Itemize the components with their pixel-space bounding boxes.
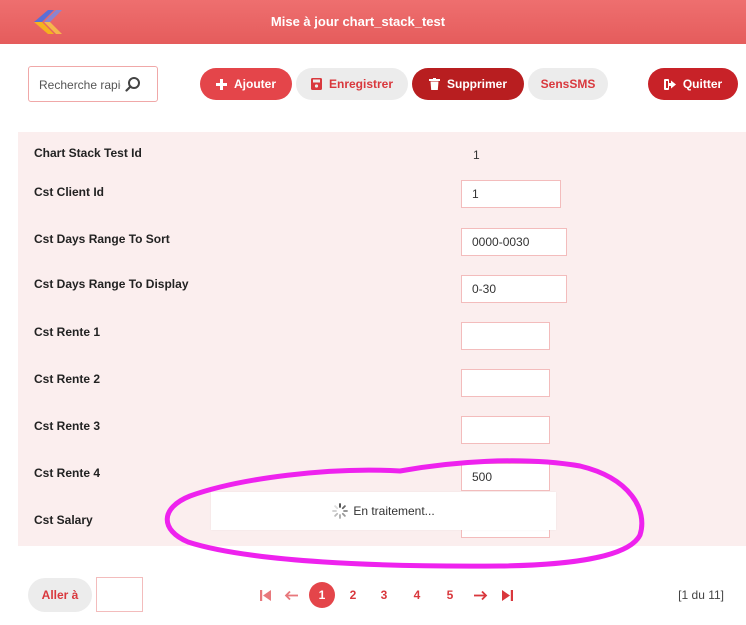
cst-rente-2-field[interactable] [461, 369, 550, 397]
delete-button[interactable]: Supprimer [412, 68, 524, 100]
field-label-cst-rente-4: Cst Rente 4 [34, 466, 101, 480]
last-page-icon[interactable] [500, 582, 514, 608]
next-page-icon[interactable] [472, 582, 490, 608]
page-3[interactable]: 3 [377, 582, 391, 608]
sign-out-icon [663, 78, 676, 90]
window-title: Mise à jour chart_stack_test [270, 14, 446, 29]
loading-text: En traitement... [353, 504, 435, 518]
field-label-cst-days-range-to-display: Cst Days Range To Display [34, 277, 189, 291]
title-bar: Mise à jour chart_stack_test [0, 0, 746, 44]
page-2[interactable]: 2 [346, 582, 360, 608]
toolbar: Ajouter Enregistrer Supprimer SensSMS Qu… [0, 44, 746, 132]
record-form: Chart Stack Test Id 1 Cst Client Id 1 Cs… [18, 132, 746, 546]
floppy-disk-icon [310, 78, 322, 90]
plus-icon [216, 78, 227, 90]
add-button-label: Ajouter [234, 77, 276, 91]
add-button[interactable]: Ajouter [200, 68, 292, 100]
cst-rente-1-field[interactable] [461, 322, 550, 350]
pagination-bar: Aller à 1 2 3 4 5 [1 du 11] [0, 560, 746, 625]
quit-button-label: Quitter [682, 77, 723, 91]
search-icon[interactable] [125, 76, 141, 92]
trash-icon [428, 78, 440, 90]
page-1[interactable]: 1 [309, 582, 335, 608]
quit-button[interactable]: Quitter [648, 68, 738, 100]
page-4[interactable]: 4 [410, 582, 424, 608]
delete-button-label: Supprimer [446, 77, 507, 91]
sms-button-label: SensSMS [540, 77, 596, 91]
field-label-chart-stack-test-id: Chart Stack Test Id [34, 146, 142, 160]
previous-page-icon[interactable] [282, 582, 300, 608]
goto-button[interactable]: Aller à [28, 578, 92, 612]
field-label-cst-salary: Cst Salary [34, 513, 93, 527]
field-label-cst-days-range-to-sort: Cst Days Range To Sort [34, 232, 170, 246]
field-label-cst-client-id: Cst Client Id [34, 185, 105, 199]
field-label-cst-rente-1: Cst Rente 1 [34, 325, 101, 339]
search-input[interactable] [39, 76, 121, 94]
sms-button[interactable]: SensSMS [528, 68, 608, 100]
save-button[interactable]: Enregistrer [296, 68, 408, 100]
page-counter: [1 du 11] [678, 588, 724, 602]
cst-client-id-field[interactable]: 1 [461, 180, 561, 208]
search-box[interactable] [28, 66, 158, 102]
cst-rente-3-field[interactable] [461, 416, 550, 444]
first-page-icon[interactable] [258, 582, 272, 608]
field-label-cst-rente-3: Cst Rente 3 [34, 419, 101, 433]
loading-indicator: En traitement... [211, 492, 556, 530]
goto-page-input[interactable] [96, 577, 143, 612]
field-label-cst-rente-2: Cst Rente 2 [34, 372, 101, 386]
spinner-icon [332, 503, 349, 519]
cst-rente-4-field[interactable]: 500 [461, 463, 550, 491]
cst-days-range-to-display-field[interactable]: 0-30 [461, 275, 567, 303]
field-value-chart-stack-test-id: 1 [473, 148, 480, 162]
page-5[interactable]: 5 [443, 582, 457, 608]
cst-days-range-to-sort-field[interactable]: 0000-0030 [461, 228, 567, 256]
save-button-label: Enregistrer [328, 77, 394, 91]
